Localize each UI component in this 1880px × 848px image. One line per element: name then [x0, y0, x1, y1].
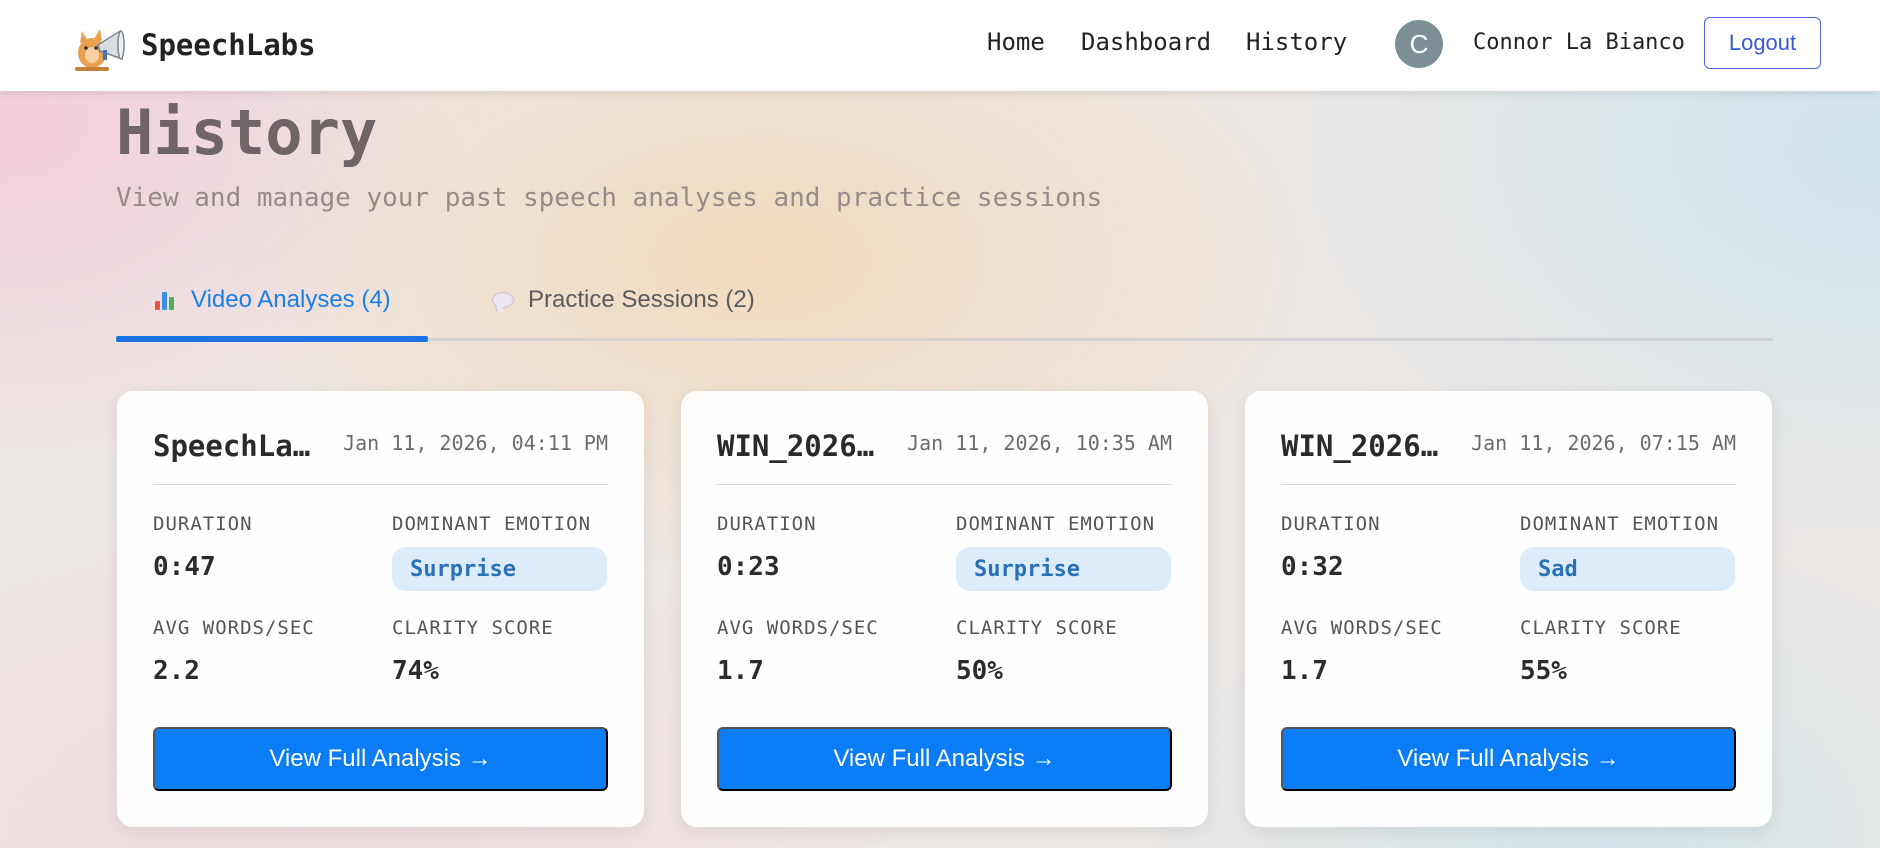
- megaphone-cat-logo-icon: [75, 29, 125, 71]
- bar-chart-icon: [155, 290, 177, 310]
- avg-words-value: 1.7: [717, 656, 764, 686]
- view-full-analysis-button[interactable]: View Full Analysis →: [1281, 727, 1736, 791]
- speech-bubble-icon: [492, 292, 514, 308]
- brand-name: SpeechLabs: [141, 28, 316, 62]
- nav-history-link[interactable]: History: [1246, 28, 1347, 56]
- duration-value: 0:23: [717, 552, 780, 582]
- card-divider: [153, 484, 608, 485]
- card-divider: [717, 484, 1172, 485]
- emotion-badge: Surprise: [392, 547, 607, 591]
- dominant-emotion-label: DOMINANT EMOTION: [392, 513, 592, 535]
- avg-words-label: AVG WORDS/SEC: [1281, 617, 1443, 639]
- tab-practice-sessions-label: Practice Sessions (2): [528, 286, 755, 313]
- dominant-emotion-label: DOMINANT EMOTION: [1520, 513, 1720, 535]
- logout-button[interactable]: Logout: [1704, 17, 1821, 69]
- card-date: Jan 11, 2026, 04:11 PM: [343, 431, 608, 455]
- view-full-analysis-button[interactable]: View Full Analysis →: [153, 727, 608, 791]
- card-date: Jan 11, 2026, 10:35 AM: [907, 431, 1172, 455]
- analysis-card: SpeechLabs Jan 11, 2026, 04:11 PM DURATI…: [117, 391, 644, 827]
- clarity-value: 50%: [956, 656, 1003, 686]
- clarity-label: CLARITY SCORE: [956, 617, 1118, 639]
- emotion-badge: Surprise: [956, 547, 1171, 591]
- tab-video-analyses-label: Video Analyses (4): [191, 286, 391, 313]
- duration-label: DURATION: [153, 513, 253, 535]
- card-title: WIN_20260111: [1281, 429, 1443, 463]
- analysis-card: WIN_20260111 Jan 11, 2026, 07:15 AM DURA…: [1245, 391, 1772, 827]
- clarity-value: 74%: [392, 656, 439, 686]
- active-tab-indicator: [116, 336, 428, 342]
- view-full-analysis-button[interactable]: View Full Analysis →: [717, 727, 1172, 791]
- avg-words-label: AVG WORDS/SEC: [153, 617, 315, 639]
- avg-words-value: 1.7: [1281, 656, 1328, 686]
- user-name: Connor La Bianco: [1473, 30, 1685, 55]
- emotion-badge: Sad: [1520, 547, 1735, 591]
- duration-value: 0:47: [153, 552, 216, 582]
- nav-dashboard-link[interactable]: Dashboard: [1081, 28, 1211, 56]
- card-title: SpeechLabs: [153, 429, 315, 463]
- page-subtitle: View and manage your past speech analyse…: [116, 183, 1103, 213]
- top-navbar: SpeechLabs Home Dashboard History C Conn…: [0, 0, 1880, 91]
- card-date: Jan 11, 2026, 07:15 AM: [1471, 431, 1736, 455]
- user-avatar[interactable]: C: [1395, 20, 1443, 68]
- dominant-emotion-label: DOMINANT EMOTION: [956, 513, 1156, 535]
- page-title: History: [116, 96, 378, 169]
- duration-label: DURATION: [717, 513, 817, 535]
- card-title: WIN_20260111: [717, 429, 879, 463]
- tab-video-analyses[interactable]: Video Analyses (4): [155, 286, 391, 314]
- avg-words-label: AVG WORDS/SEC: [717, 617, 879, 639]
- avg-words-value: 2.2: [153, 656, 200, 686]
- duration-value: 0:32: [1281, 552, 1344, 582]
- analysis-card: WIN_20260111 Jan 11, 2026, 10:35 AM DURA…: [681, 391, 1208, 827]
- clarity-label: CLARITY SCORE: [1520, 617, 1682, 639]
- tab-practice-sessions[interactable]: Practice Sessions (2): [492, 286, 755, 314]
- clarity-label: CLARITY SCORE: [392, 617, 554, 639]
- nav-home-link[interactable]: Home: [987, 28, 1045, 56]
- clarity-value: 55%: [1520, 656, 1567, 686]
- brand-home-link[interactable]: SpeechLabs: [70, 17, 316, 73]
- duration-label: DURATION: [1281, 513, 1381, 535]
- card-divider: [1281, 484, 1736, 485]
